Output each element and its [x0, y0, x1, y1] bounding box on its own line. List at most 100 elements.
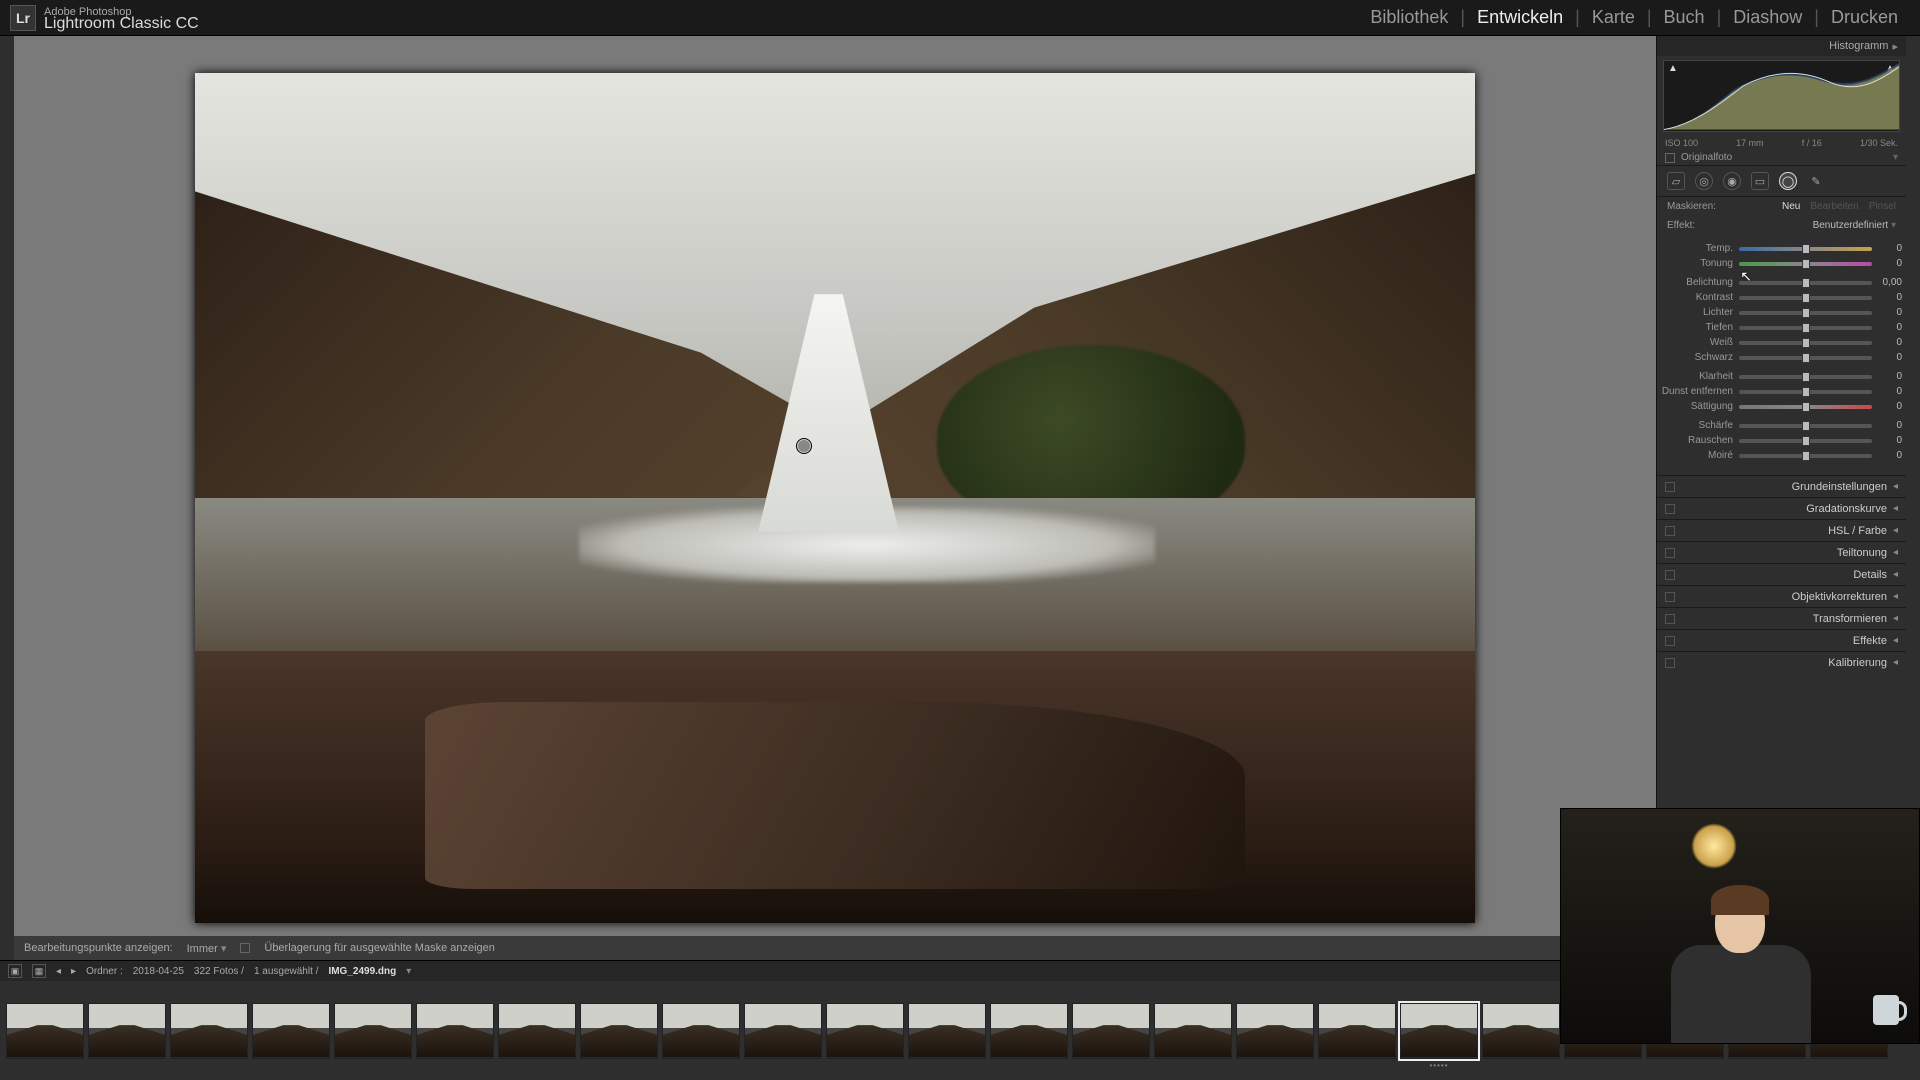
effect-preset[interactable]: Benutzerdefiniert — [1813, 220, 1896, 231]
module-bibliothek[interactable]: Bibliothek — [1358, 3, 1460, 32]
slider-tiefen[interactable]: Tiefen0 — [1661, 320, 1902, 335]
thumbnail[interactable] — [990, 1003, 1068, 1059]
original-menu-icon[interactable]: ▾ — [1893, 152, 1898, 163]
section-objektivkorrekturen[interactable]: Objektivkorrekturen — [1657, 585, 1906, 607]
section-toggle[interactable] — [1665, 548, 1675, 558]
section-toggle[interactable] — [1665, 592, 1675, 602]
nav-back-icon[interactable]: ◂ — [56, 966, 61, 977]
thumbnail[interactable] — [744, 1003, 822, 1059]
slider-track[interactable] — [1739, 375, 1872, 379]
thumbnail[interactable] — [1154, 1003, 1232, 1059]
overlay-checkbox[interactable] — [240, 943, 250, 953]
slider-value[interactable]: 0 — [1872, 322, 1902, 333]
section-grundeinstellungen[interactable]: Grundeinstellungen — [1657, 475, 1906, 497]
folder-date[interactable]: 2018-04-25 — [133, 966, 184, 977]
histogram[interactable]: ▲ ▲ — [1663, 60, 1900, 132]
section-toggle[interactable] — [1665, 526, 1675, 536]
thumbnail[interactable] — [334, 1003, 412, 1059]
spot-tool[interactable]: ◎ — [1695, 172, 1713, 190]
slider-value[interactable]: 0 — [1872, 386, 1902, 397]
slider-klarheit[interactable]: Klarheit0 — [1661, 369, 1902, 384]
filename-menu-icon[interactable]: ▾ — [406, 966, 411, 977]
slider-schwarz[interactable]: Schwarz0 — [1661, 350, 1902, 365]
slider-track[interactable] — [1739, 296, 1872, 300]
section-hsl-farbe[interactable]: HSL / Farbe — [1657, 519, 1906, 541]
thumbnail[interactable] — [1236, 1003, 1314, 1059]
slider-value[interactable]: 0 — [1872, 420, 1902, 431]
section-kalibrierung[interactable]: Kalibrierung — [1657, 651, 1906, 673]
slider-track[interactable] — [1739, 390, 1872, 394]
thumbnail[interactable] — [170, 1003, 248, 1059]
slider-track[interactable] — [1739, 356, 1872, 360]
slider-value[interactable]: 0 — [1872, 371, 1902, 382]
section-transformieren[interactable]: Transformieren — [1657, 607, 1906, 629]
slider-knob[interactable] — [1802, 308, 1810, 318]
thumbnail[interactable] — [580, 1003, 658, 1059]
module-entwickeln[interactable]: Entwickeln — [1465, 3, 1575, 32]
slider-rauschen[interactable]: Rauschen0 — [1661, 433, 1902, 448]
module-drucken[interactable]: Drucken — [1819, 3, 1910, 32]
slider-value[interactable]: 0 — [1872, 401, 1902, 412]
section-toggle[interactable] — [1665, 482, 1675, 492]
slider-track[interactable] — [1739, 281, 1872, 285]
slider-s-ttigung[interactable]: Sättigung0 — [1661, 399, 1902, 414]
slider-value[interactable]: 0 — [1872, 243, 1902, 254]
thumbnail[interactable] — [662, 1003, 740, 1059]
thumbnail[interactable] — [498, 1003, 576, 1059]
slider-knob[interactable] — [1802, 293, 1810, 303]
slider-knob[interactable] — [1802, 323, 1810, 333]
slider-value[interactable]: 0 — [1872, 352, 1902, 363]
slider-wei-[interactable]: Weiß0 — [1661, 335, 1902, 350]
slider-knob[interactable] — [1802, 372, 1810, 382]
section-details[interactable]: Details — [1657, 563, 1906, 585]
section-toggle[interactable] — [1665, 570, 1675, 580]
slider-lichter[interactable]: Lichter0 — [1661, 305, 1902, 320]
slider-belichtung[interactable]: Belichtung0,00 — [1661, 275, 1902, 290]
thumbnail[interactable] — [908, 1003, 986, 1059]
slider-knob[interactable] — [1802, 278, 1810, 288]
section-toggle[interactable] — [1665, 636, 1675, 646]
slider-kontrast[interactable]: Kontrast0 — [1661, 290, 1902, 305]
slider-value[interactable]: 0,00 — [1872, 277, 1902, 288]
section-toggle[interactable] — [1665, 614, 1675, 624]
thumbnail[interactable] — [416, 1003, 494, 1059]
slider-track[interactable] — [1739, 424, 1872, 428]
slider-track[interactable] — [1739, 341, 1872, 345]
radial-filter-tool[interactable]: ◯ — [1779, 172, 1797, 190]
section-teiltonung[interactable]: Teiltonung — [1657, 541, 1906, 563]
slider-knob[interactable] — [1802, 451, 1810, 461]
section-gradationskurve[interactable]: Gradationskurve — [1657, 497, 1906, 519]
slider-moir-[interactable]: Moiré0 — [1661, 448, 1902, 463]
slider-track[interactable] — [1739, 247, 1872, 251]
crop-tool[interactable]: ▱ — [1667, 172, 1685, 190]
slider-knob[interactable] — [1802, 244, 1810, 254]
brush-tool[interactable]: ✎ — [1807, 172, 1825, 190]
slider-knob[interactable] — [1802, 421, 1810, 431]
slider-knob[interactable] — [1802, 402, 1810, 412]
slider-value[interactable]: 0 — [1872, 435, 1902, 446]
section-toggle[interactable] — [1665, 658, 1675, 668]
slider-track[interactable] — [1739, 454, 1872, 458]
slider-track[interactable] — [1739, 262, 1872, 266]
slider-track[interactable] — [1739, 326, 1872, 330]
thumbnail[interactable] — [252, 1003, 330, 1059]
second-window-icon[interactable]: ▣ — [8, 964, 22, 978]
slider-track[interactable] — [1739, 439, 1872, 443]
slider-tonung[interactable]: Tonung0 — [1661, 256, 1902, 271]
section-effekte[interactable]: Effekte — [1657, 629, 1906, 651]
slider-value[interactable]: 0 — [1872, 258, 1902, 269]
slider-value[interactable]: 0 — [1872, 292, 1902, 303]
edit-points-mode[interactable]: Immer — [187, 942, 227, 955]
module-karte[interactable]: Karte — [1580, 3, 1647, 32]
thumbnail[interactable] — [826, 1003, 904, 1059]
slider-knob[interactable] — [1802, 259, 1810, 269]
slider-value[interactable]: 0 — [1872, 337, 1902, 348]
photo-canvas[interactable] — [195, 73, 1475, 923]
grid-view-icon[interactable]: ▦ — [32, 964, 46, 978]
thumbnail[interactable] — [1482, 1003, 1560, 1059]
slider-knob[interactable] — [1802, 436, 1810, 446]
slider-knob[interactable] — [1802, 353, 1810, 363]
redeye-tool[interactable]: ◉ — [1723, 172, 1741, 190]
slider-track[interactable] — [1739, 311, 1872, 315]
section-toggle[interactable] — [1665, 504, 1675, 514]
